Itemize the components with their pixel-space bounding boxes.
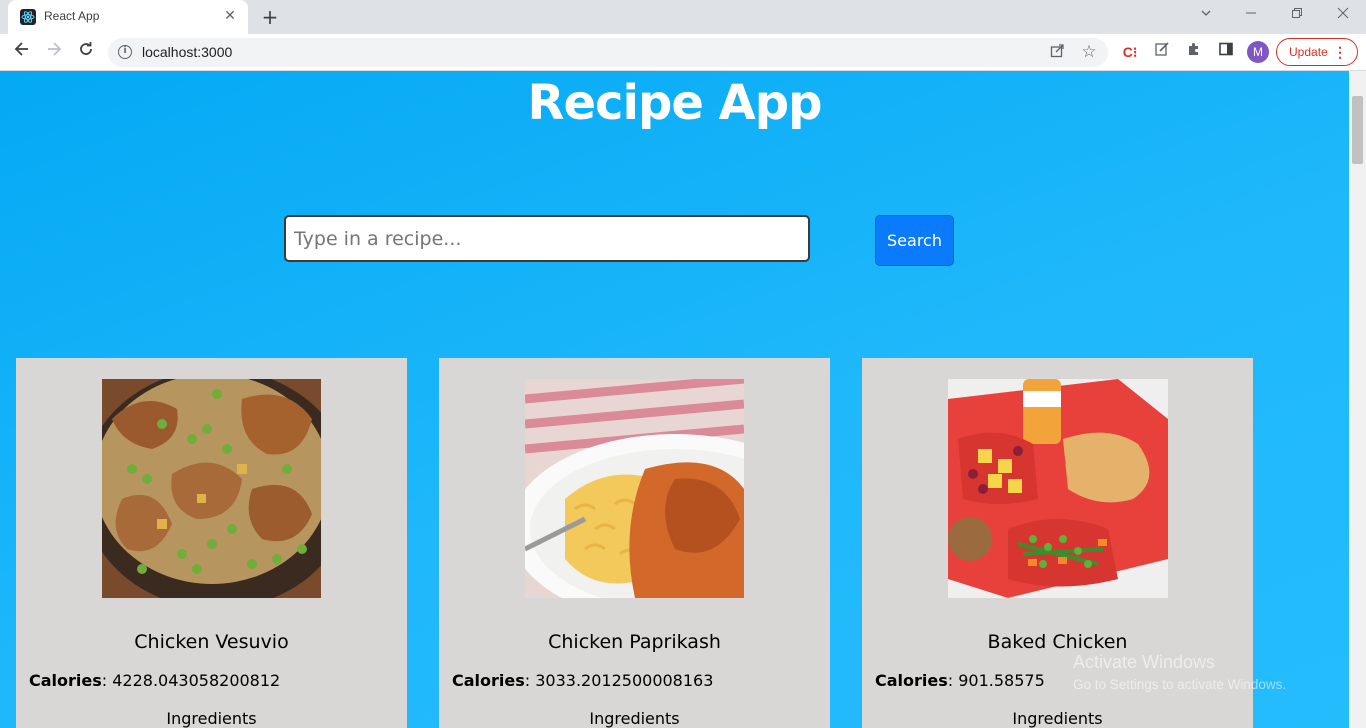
recipe-search-input[interactable] [284,215,810,262]
menu-dots-icon: ⋮ [1333,44,1347,60]
extension-c-icon[interactable]: C⁝ [1119,41,1141,63]
calories-value: 3033.2012500008163 [535,671,714,690]
profile-avatar[interactable]: M [1247,41,1269,63]
side-panel-icon[interactable] [1215,41,1237,63]
address-bar[interactable]: i localhost:3000 ☆ [108,38,1108,67]
reload-icon[interactable] [73,39,99,65]
edit-extension-icon[interactable] [1151,41,1173,63]
ingredients-heading: Ingredients [1012,709,1103,728]
url-text[interactable]: localhost:3000 [142,44,232,60]
calories-label: Calories [29,671,102,690]
calories-value: 901.58575 [958,671,1045,690]
browser-tab-strip: React App ✕ + [0,0,1366,34]
browser-tab[interactable]: React App ✕ [8,0,248,34]
new-tab-button[interactable]: + [259,6,281,28]
ingredients-heading: Ingredients [166,709,257,728]
search-button[interactable]: Search [875,215,954,266]
recipe-name: Chicken Vesuvio [134,631,289,653]
scrollbar-thumb[interactable] [1352,96,1363,164]
activate-windows-subtitle: Go to Settings to activate Windows. [1073,677,1287,692]
update-button[interactable]: Update ⋮ [1276,38,1358,66]
recipe-calories: Calories: 901.58575 [875,671,1045,690]
ingredients-heading: Ingredients [589,709,680,728]
calories-label: Calories [875,671,948,690]
recipe-name: Chicken Paprikash [548,631,721,653]
tab-search-icon[interactable] [1192,4,1220,28]
extensions-puzzle-icon[interactable] [1183,41,1205,63]
tab-title: React App [44,9,100,23]
close-tab-icon[interactable]: ✕ [222,8,238,24]
recipe-card: Chicken Paprikash Calories: 3033.2012500… [439,358,830,728]
page-scrollbar[interactable] [1349,71,1366,728]
react-favicon-icon [20,9,36,25]
update-label: Update [1289,45,1328,59]
back-arrow-icon[interactable] [9,39,35,65]
bookmark-star-icon[interactable]: ☆ [1079,42,1099,62]
recipe-image [525,379,744,598]
calories-label: Calories [452,671,525,690]
activate-windows-title: Activate Windows [1073,652,1216,672]
restore-icon[interactable] [1283,4,1311,28]
site-info-icon[interactable]: i [118,45,132,59]
minimize-icon[interactable] [1237,4,1265,28]
browser-toolbar: i localhost:3000 ☆ C⁝ M Update ⋮ [0,34,1366,71]
recipe-image [102,379,321,598]
forward-arrow-icon[interactable] [41,39,67,65]
share-icon[interactable] [1047,43,1067,63]
recipe-calories: Calories: 4228.043058200812 [29,671,281,690]
recipe-card: Chicken Vesuvio Calories: 4228.043058200… [16,358,407,728]
recipe-calories: Calories: 3033.2012500008163 [452,671,714,690]
window-close-icon[interactable] [1329,4,1357,28]
recipe-image [948,379,1168,598]
page-title: Recipe App [527,75,823,131]
page-viewport: Recipe App Search [0,71,1366,728]
calories-value: 4228.043058200812 [112,671,281,690]
recipe-name: Baked Chicken [987,631,1128,653]
